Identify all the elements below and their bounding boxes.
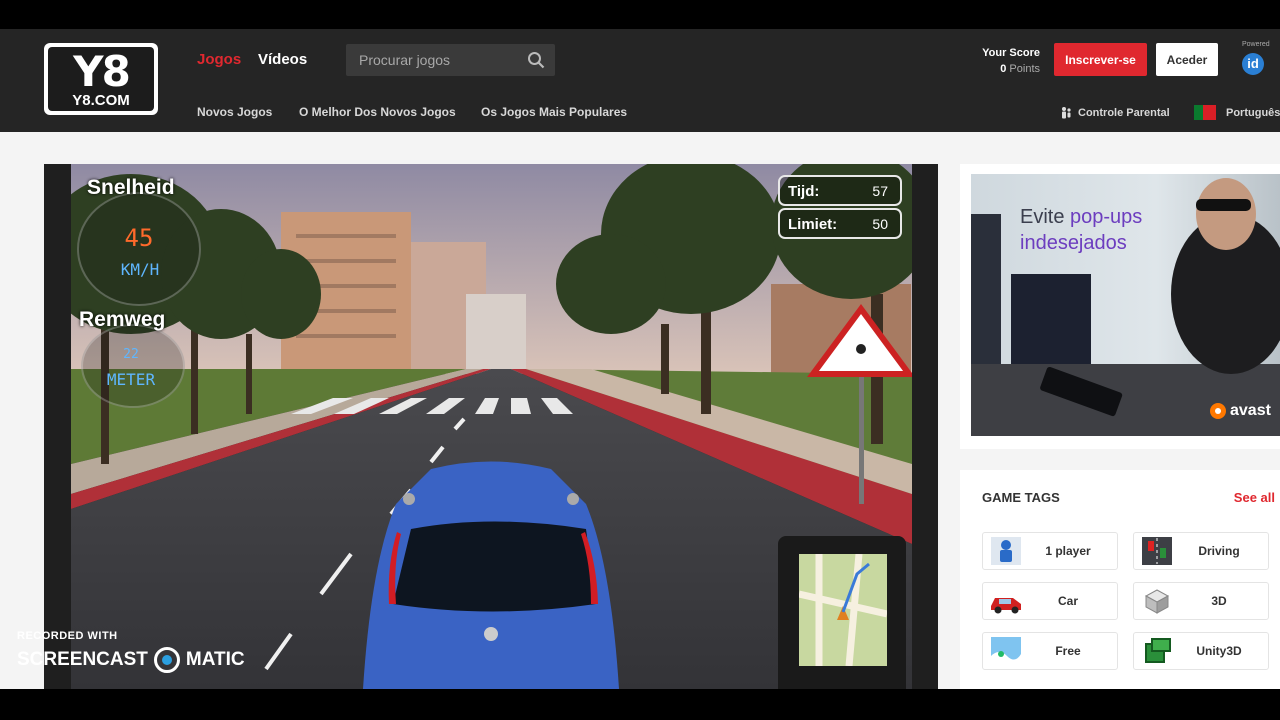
brake-distance-value: 22 [123,347,139,362]
speed-label: Snelheid [87,176,175,199]
tag-unity3d[interactable]: Unity3D [1133,632,1269,670]
bottom-black-bar [0,689,1280,720]
speed-value: 45 [124,224,154,252]
search-box [346,44,555,76]
register-button[interactable]: Inscrever-se [1054,43,1147,76]
ad-image: Evite pop-ups indesejados avast [971,174,1280,436]
speed-unit: KM/H [120,260,160,279]
tag-label: 1 player [1045,544,1091,558]
tag-3d[interactable]: 3D [1133,582,1269,620]
family-icon [1062,107,1071,119]
search-input[interactable] [346,44,529,76]
gps-map [799,554,887,666]
tag-free[interactable]: Free [982,632,1118,670]
site-header: Y8 Y8.COM Jogos Vídeos Novos Jogos O Mel… [0,29,1280,132]
tag-label: Unity3D [1196,644,1242,658]
language-selector[interactable]: Português [1194,105,1280,120]
tag-label: Driving [1198,544,1240,558]
language-label: Português [1226,106,1280,119]
ad-line1-prefix: Evite [1020,206,1071,228]
driving-icon [1138,536,1176,566]
brake-distance-label: Remweg [79,308,166,331]
user-score: Your Score 0 Points [982,45,1040,77]
tag-car[interactable]: Car [982,582,1118,620]
top-black-bar [0,0,1280,29]
unity3d-icon [1138,636,1176,666]
speed-limit-label: Limiet: [788,216,838,233]
logo-domain: Y8.COM [72,92,130,109]
tag-1-player[interactable]: 1 player [982,532,1118,570]
nav-videos[interactable]: Vídeos [258,51,307,68]
portugal-flag-icon [1194,105,1216,120]
game-tags-panel: GAME TAGS See all 1 player Driving Car 3… [960,470,1280,689]
time-box: Tijd: 57 [778,175,902,206]
ad-banner[interactable]: Evite pop-ups indesejados avast [960,164,1280,449]
avast-brand: avast [1230,402,1271,419]
game-canvas[interactable]: Snelheid 45 KM/H Remweg 22 METER Tijd: 5… [71,164,912,689]
speed-limit-value: 50 [872,216,888,232]
score-label: Your Score [982,47,1040,59]
speed-limit-box: Limiet: 50 [778,208,902,239]
watermark-brand-b: MATIC [185,649,245,670]
see-all-link[interactable]: See all [1234,490,1275,505]
screencast-watermark: RECORDED WITH SCREENCAST MATIC [17,630,245,673]
cube-icon [1138,586,1176,616]
car-icon [987,586,1025,616]
tag-label: 3D [1211,594,1227,608]
tag-label: Free [1055,644,1081,658]
search-icon[interactable] [527,51,545,69]
logo-text: Y8 [73,47,131,96]
time-label: Tijd: [788,183,820,200]
game-frame: Snelheid 45 KM/H Remweg 22 METER Tijd: 5… [44,164,938,689]
ad-line2: indesejados [1020,232,1127,254]
nav-games[interactable]: Jogos [197,51,241,68]
score-unit: Points [1009,63,1040,75]
screencast-logo-icon [153,647,180,673]
subnav-new-games[interactable]: Novos Jogos [197,105,272,119]
time-value: 57 [872,183,888,199]
login-button[interactable]: Aceder [1156,43,1218,76]
y8-logo[interactable]: Y8 Y8.COM [44,43,158,115]
powered-by-label: Powered [1242,41,1270,48]
free-icon [987,636,1025,666]
parental-control-label: Controle Parental [1078,107,1170,119]
main-content: Snelheid 45 KM/H Remweg 22 METER Tijd: 5… [0,132,1280,689]
parental-control-link[interactable]: Controle Parental [1060,106,1170,120]
gps-device [778,536,906,689]
subnav-best-new-games[interactable]: O Melhor Dos Novos Jogos [299,105,456,119]
avast-logo: avast [1209,402,1271,420]
game-tags-title: GAME TAGS [982,490,1060,505]
ad-line1-highlight: pop-ups [1070,206,1143,228]
watermark-line1: RECORDED WITH [17,630,118,642]
brake-distance-unit: METER [106,370,156,389]
subnav-most-popular[interactable]: Os Jogos Mais Populares [481,105,627,119]
player-icon [987,536,1025,566]
ad-headline: Evite pop-ups indesejados [1020,204,1142,256]
braking-ring [81,324,185,408]
idnet-logo[interactable]: id [1242,53,1264,75]
watermark-brand-a: SCREENCAST [17,649,148,670]
score-value: 0 [1000,63,1007,75]
tag-driving[interactable]: Driving [1133,532,1269,570]
avast-icon [1210,403,1226,419]
tag-label: Car [1057,594,1078,608]
